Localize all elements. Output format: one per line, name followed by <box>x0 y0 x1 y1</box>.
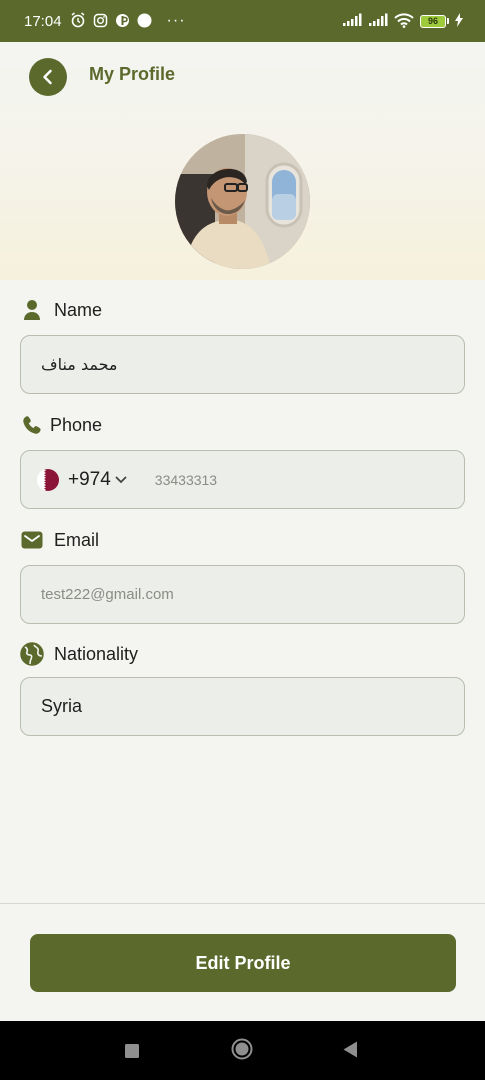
globe-icon <box>20 642 44 666</box>
recent-apps-button[interactable] <box>125 1043 139 1062</box>
back-button[interactable] <box>29 58 67 96</box>
phone-label: Phone <box>50 414 103 435</box>
bottom-divider <box>0 903 485 904</box>
battery-level: 96 <box>420 14 446 28</box>
email-field[interactable]: test222@gmail.com <box>20 565 465 624</box>
person-icon <box>20 298 44 322</box>
more-dots-icon: ··· <box>166 12 186 29</box>
chevron-left-icon <box>43 69 52 85</box>
name-label: Name <box>54 299 103 320</box>
home-button[interactable] <box>231 1038 253 1064</box>
name-value: محمد مناف <box>41 355 118 374</box>
signal-icon <box>368 13 388 29</box>
charging-icon <box>455 13 463 29</box>
circle-icon <box>137 13 152 30</box>
edit-profile-button[interactable]: Edit Profile <box>30 934 456 992</box>
email-label-row: Email <box>20 528 99 552</box>
instagram-icon <box>93 13 108 30</box>
name-label-row: Name <box>20 298 102 322</box>
name-field[interactable]: محمد مناف <box>20 335 465 394</box>
alarm-icon <box>70 12 86 30</box>
back-nav-button[interactable] <box>343 1041 358 1062</box>
nationality-label: Nationality <box>54 643 139 664</box>
phone-field[interactable]: +974 33433313 <box>20 450 465 509</box>
status-time: 17:04 <box>24 12 62 30</box>
nationality-field[interactable]: Syria <box>20 677 465 736</box>
avatar[interactable] <box>175 134 310 269</box>
nationality-value: Syria <box>41 696 83 716</box>
phone-value: 33433313 <box>154 471 218 488</box>
email-icon <box>20 528 44 552</box>
app-icon <box>115 13 130 30</box>
signal-icon <box>342 13 362 29</box>
battery-icon: 96 <box>420 14 449 28</box>
email-label: Email <box>54 529 100 550</box>
nationality-label-row: Nationality <box>20 642 138 666</box>
chevron-down-icon[interactable] <box>115 473 127 487</box>
country-code[interactable]: +974 <box>68 469 111 491</box>
wifi-icon <box>394 12 414 30</box>
status-bar: 17:04 ··· 96 <box>0 0 485 42</box>
page-title: My Profile <box>89 64 176 84</box>
system-nav-bar <box>0 1021 485 1080</box>
phone-label-row: Phone <box>20 413 102 437</box>
email-value: test222@gmail.com <box>41 586 174 603</box>
phone-icon <box>20 413 44 437</box>
qatar-flag-icon <box>37 468 59 491</box>
